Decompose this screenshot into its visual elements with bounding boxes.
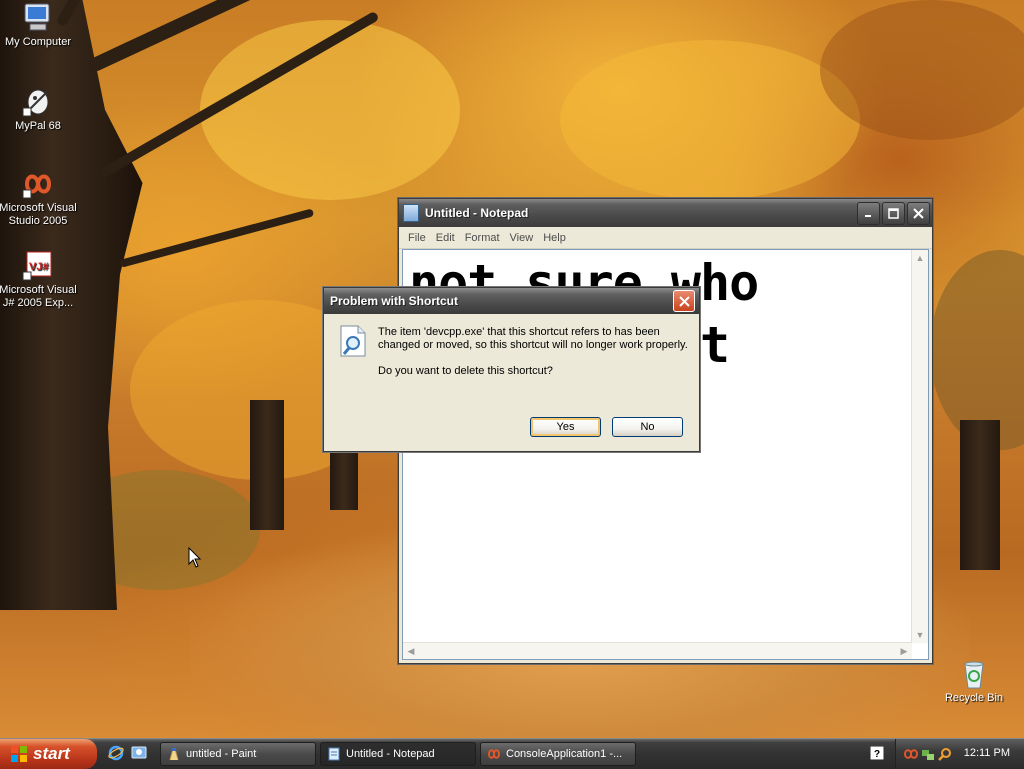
minimize-button[interactable] xyxy=(857,201,880,225)
menu-edit[interactable]: Edit xyxy=(431,232,460,244)
dialog-close-button[interactable] xyxy=(673,290,695,312)
notepad-icon xyxy=(403,204,419,222)
close-button[interactable] xyxy=(907,201,930,225)
taskbar-item-label: untitled - Paint xyxy=(186,748,257,760)
svg-text:?: ? xyxy=(874,749,880,760)
notepad-menubar: File Edit Format View Help xyxy=(399,227,932,249)
vertical-scrollbar[interactable]: ▲ ▼ xyxy=(911,250,928,643)
windows-logo-icon xyxy=(10,745,28,763)
desktop-icon-label: Recycle Bin xyxy=(944,692,1004,704)
notepad-titlebar[interactable]: Untitled - Notepad xyxy=(399,199,932,227)
visual-studio-icon xyxy=(487,749,501,759)
desktop-icon-visual-studio[interactable]: Microsoft Visual Studio 2005 xyxy=(0,168,78,228)
desktop-icon-label: My Computer xyxy=(4,36,72,48)
visual-studio-tray-icon[interactable] xyxy=(904,747,918,761)
scroll-down-icon[interactable]: ▼ xyxy=(912,627,928,643)
paint-icon xyxy=(169,748,179,761)
taskbar-item-paint[interactable]: untitled - Paint xyxy=(160,742,316,766)
recycle-bin-icon xyxy=(957,658,991,690)
maximize-icon xyxy=(888,207,899,219)
show-desktop-icon[interactable] xyxy=(131,745,147,761)
desktop-icon-label: MyPal 68 xyxy=(15,120,61,132)
maximize-button[interactable] xyxy=(882,201,905,225)
notepad-title: Untitled - Notepad xyxy=(425,206,529,220)
close-icon xyxy=(913,207,924,219)
visual-studio-icon xyxy=(21,168,55,200)
visual-jsharp-icon: VJ# xyxy=(21,250,55,282)
desktop-icon-recycle-bin[interactable]: Recycle Bin xyxy=(934,658,1014,705)
svg-text:VJ#: VJ# xyxy=(29,261,49,273)
minimize-icon xyxy=(865,214,871,217)
taskbar-item-console-application[interactable]: ConsoleApplication1 -... xyxy=(480,742,636,766)
system-tray: 12:11 PM xyxy=(895,739,1024,769)
taskbar-item-label: Untitled - Notepad xyxy=(346,748,435,760)
scroll-right-icon[interactable]: ▶ xyxy=(896,643,912,659)
desktop-icon-visual-jsharp[interactable]: VJ# Microsoft Visual J# 2005 Exp... xyxy=(0,250,78,310)
dialog-question: Do you want to delete this shortcut? xyxy=(378,365,553,377)
desktop-icon-mypal[interactable]: MyPal 68 xyxy=(0,86,78,133)
menu-help[interactable]: Help xyxy=(538,232,571,244)
dialog-titlebar[interactable]: Problem with Shortcut xyxy=(324,288,699,314)
taskbar-item-label: ConsoleApplication1 -... xyxy=(506,748,623,760)
start-label: start xyxy=(33,744,70,763)
yes-button[interactable]: Yes xyxy=(530,417,601,437)
taskbar-item-notepad[interactable]: Untitled - Notepad xyxy=(320,742,476,766)
network-icon[interactable] xyxy=(921,747,935,761)
no-button[interactable]: No xyxy=(612,417,683,437)
mouse-cursor-icon xyxy=(188,547,202,568)
notepad-icon xyxy=(328,747,340,761)
horizontal-scrollbar[interactable]: ◀ ▶ xyxy=(403,642,912,659)
desktop-icon-label: Microsoft Visual J# 2005 Exp... xyxy=(0,284,77,309)
start-button[interactable]: start xyxy=(0,739,97,769)
search-icon[interactable] xyxy=(938,747,952,761)
taskbar: start untitled - Paint Untitled - Notepa… xyxy=(0,738,1024,769)
desktop-icon-my-computer[interactable]: My Computer xyxy=(0,2,78,49)
menu-format[interactable]: Format xyxy=(460,232,505,244)
my-computer-icon xyxy=(21,2,55,34)
broken-shortcut-search-icon xyxy=(340,325,366,357)
menu-view[interactable]: View xyxy=(505,232,539,244)
internet-explorer-icon[interactable] xyxy=(108,745,124,761)
menu-file[interactable]: File xyxy=(403,232,431,244)
scroll-up-icon[interactable]: ▲ xyxy=(912,250,928,266)
problem-with-shortcut-dialog[interactable]: Problem with Shortcut The item 'devcpp.e… xyxy=(323,287,700,452)
scroll-left-icon[interactable]: ◀ xyxy=(403,643,419,659)
help-icon[interactable]: ? xyxy=(870,746,884,760)
dialog-title: Problem with Shortcut xyxy=(330,294,459,308)
mypal-icon xyxy=(21,86,55,118)
dialog-message: The item 'devcpp.exe' that this shortcut… xyxy=(378,326,688,351)
clock[interactable]: 12:11 PM xyxy=(964,747,1010,759)
close-icon xyxy=(678,295,690,307)
desktop-icon-label: Microsoft Visual Studio 2005 xyxy=(0,202,77,227)
